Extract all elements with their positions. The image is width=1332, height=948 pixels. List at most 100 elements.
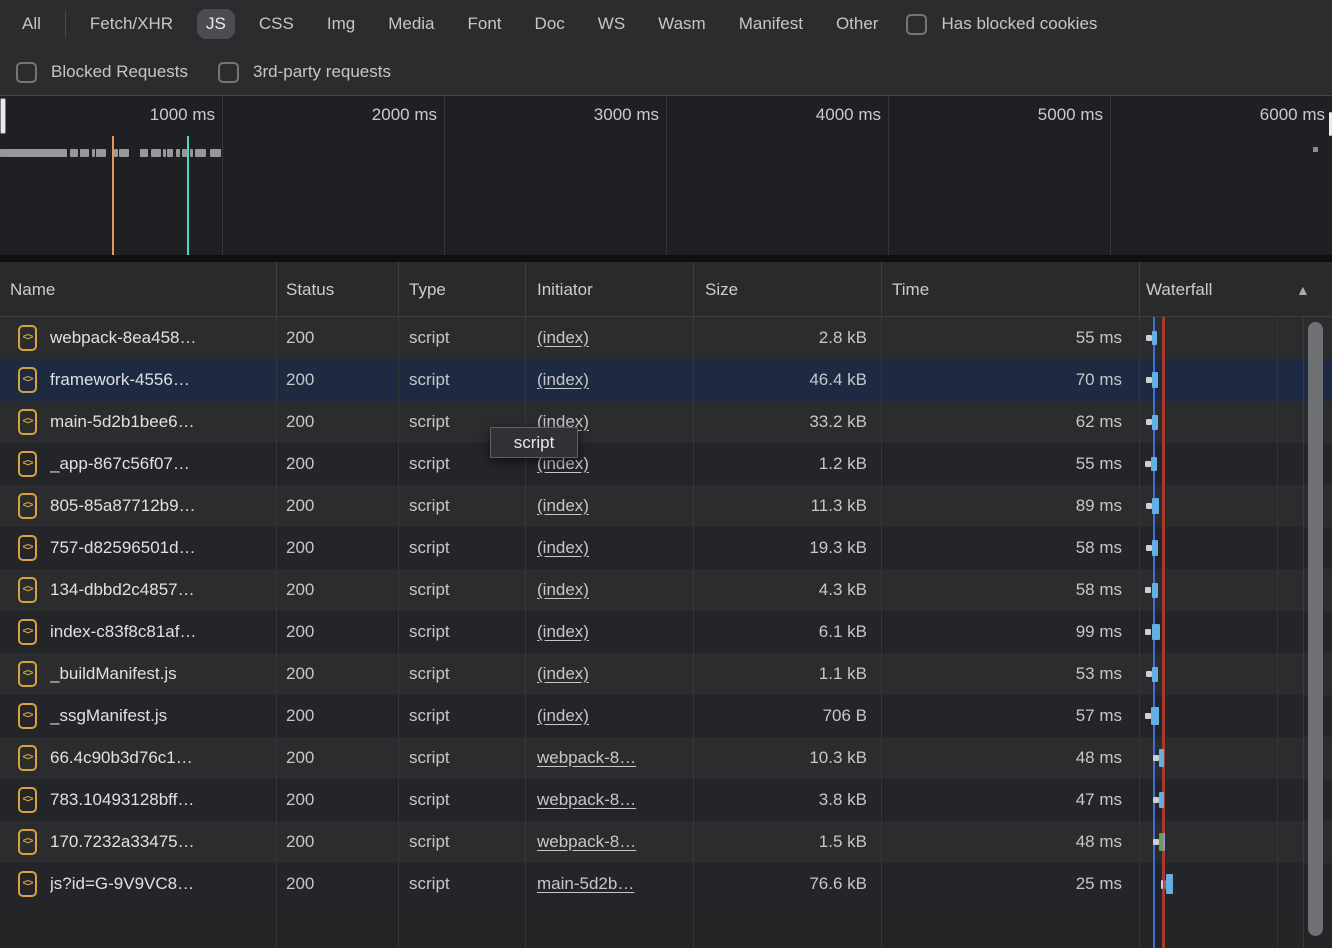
waterfall-cell	[0, 443, 1332, 485]
third-party-requests-checkbox[interactable]	[218, 62, 239, 83]
overview-gridline	[666, 96, 667, 255]
vertical-scrollbar-thumb[interactable]	[1308, 322, 1323, 936]
table-row[interactable]: <> index-c83f8c81af… 200 script (index) …	[0, 611, 1332, 653]
overview-gridline	[444, 96, 445, 255]
header-separator	[693, 262, 694, 317]
waterfall-cell	[0, 485, 1332, 527]
column-header-name[interactable]: Name	[10, 262, 55, 317]
blocked-requests-checkbox[interactable]	[16, 62, 37, 83]
waterfall-bar	[1159, 792, 1164, 808]
overview-time-label: 1000 ms	[150, 105, 215, 125]
request-table-body: <> webpack-8ea458… 200 script (index) 2.…	[0, 317, 1332, 948]
table-row[interactable]: <> 783.10493128bff… 200 script webpack-8…	[0, 779, 1332, 821]
waterfall-bar	[1152, 372, 1158, 388]
filter-css[interactable]: CSS	[250, 9, 303, 39]
overview-activity-dash	[80, 149, 89, 157]
table-row[interactable]: <> 66.4c90b3d76c1… 200 script webpack-8……	[0, 737, 1332, 779]
waterfall-bar	[1152, 331, 1157, 345]
filter-divider	[65, 11, 66, 37]
waterfall-bar	[1152, 583, 1158, 598]
filter-doc[interactable]: Doc	[526, 9, 574, 39]
filter-list: All Fetch/XHR JS CSS Img Media Font Doc WS Wasm Ma…	[13, 9, 887, 39]
header-separator	[276, 262, 277, 317]
table-row[interactable]: <> _app-867c56f07… 200 script (index) 1.…	[0, 443, 1332, 485]
column-header-size[interactable]: Size	[705, 262, 738, 317]
overview-activity-dash	[163, 149, 166, 157]
overview-divider	[0, 255, 1332, 262]
third-party-requests-checkbox-group[interactable]: 3rd-party requests	[218, 62, 391, 83]
overview-activity-dash	[176, 149, 180, 157]
overview-activity-dash-right	[1313, 147, 1318, 152]
waterfall-cell	[0, 317, 1332, 359]
third-party-requests-label[interactable]: 3rd-party requests	[253, 62, 391, 82]
waterfall-cell	[0, 779, 1332, 821]
waterfall-cell	[0, 653, 1332, 695]
filter-js[interactable]: JS	[197, 9, 235, 39]
table-row[interactable]: <> js?id=G-9V9VC8… 200 script main-5d2b……	[0, 863, 1332, 905]
filter-media[interactable]: Media	[379, 9, 443, 39]
table-row[interactable]: <> main-5d2b1bee6… 200 script (index) 33…	[0, 401, 1332, 443]
overview-activity-dash	[151, 149, 161, 157]
overview-marker-orange	[112, 136, 114, 255]
waterfall-bar	[1152, 498, 1159, 514]
table-header: Name Status Type Initiator Size Time Wat…	[0, 262, 1332, 317]
waterfall-bar	[1152, 415, 1158, 430]
blocked-requests-label[interactable]: Blocked Requests	[51, 62, 188, 82]
timeline-overview[interactable]: 1000 ms2000 ms3000 ms4000 ms5000 ms6000 …	[0, 96, 1332, 255]
has-blocked-cookies-label[interactable]: Has blocked cookies	[941, 14, 1097, 34]
overview-activity-dash	[114, 149, 118, 157]
column-header-initiator[interactable]: Initiator	[537, 262, 593, 317]
filter-font[interactable]: Font	[459, 9, 511, 39]
request-options-filter-row: Blocked Requests 3rd-party requests	[0, 48, 1332, 96]
filter-wasm[interactable]: Wasm	[649, 9, 715, 39]
waterfall-cell	[0, 695, 1332, 737]
overview-activity-dash	[96, 149, 106, 157]
column-header-status[interactable]: Status	[286, 262, 334, 317]
header-separator	[398, 262, 399, 317]
waterfall-bar	[1151, 457, 1157, 471]
overview-activity-dash	[210, 149, 221, 157]
filter-fetch-xhr[interactable]: Fetch/XHR	[81, 9, 182, 39]
overview-activity-dash	[140, 149, 148, 157]
table-row[interactable]: <> 757-d82596501d… 200 script (index) 19…	[0, 527, 1332, 569]
table-row[interactable]: <> 134-dbbd2c4857… 200 script (index) 4.…	[0, 569, 1332, 611]
overview-activity-dash	[167, 149, 173, 157]
column-header-waterfall[interactable]: Waterfall	[1146, 262, 1212, 317]
waterfall-cell	[0, 611, 1332, 653]
table-row[interactable]: <> _buildManifest.js 200 script (index) …	[0, 653, 1332, 695]
table-row[interactable]: <> _ssgManifest.js 200 script (index) 70…	[0, 695, 1332, 737]
header-separator	[525, 262, 526, 317]
table-row[interactable]: <> 805-85a87712b9… 200 script (index) 11…	[0, 485, 1332, 527]
table-row[interactable]: <> webpack-8ea458… 200 script (index) 2.…	[0, 317, 1332, 359]
blocked-requests-checkbox-group[interactable]: Blocked Requests	[16, 62, 188, 83]
column-header-type[interactable]: Type	[409, 262, 446, 317]
column-header-time[interactable]: Time	[892, 262, 929, 317]
overview-activity-dash	[119, 149, 129, 157]
overview-left-window-grip[interactable]	[0, 98, 6, 134]
filter-ws[interactable]: WS	[589, 9, 634, 39]
overview-marker-teal	[187, 136, 189, 255]
sort-ascending-icon: ▲	[1296, 262, 1310, 317]
filter-img[interactable]: Img	[318, 9, 364, 39]
filter-all[interactable]: All	[13, 9, 50, 39]
type-tooltip: script	[490, 427, 578, 458]
filter-other[interactable]: Other	[827, 9, 888, 39]
overview-activity-dash	[190, 149, 193, 157]
overview-time-label: 5000 ms	[1038, 105, 1103, 125]
waterfall-start-tick	[1161, 880, 1163, 889]
table-rows: <> webpack-8ea458… 200 script (index) 2.…	[0, 317, 1332, 905]
filter-manifest[interactable]: Manifest	[730, 9, 812, 39]
waterfall-cell	[0, 569, 1332, 611]
overview-activity-dash	[70, 149, 78, 157]
has-blocked-cookies-checkbox-group[interactable]: Has blocked cookies	[906, 14, 1097, 35]
waterfall-bar	[1152, 624, 1160, 640]
has-blocked-cookies-checkbox[interactable]	[906, 14, 927, 35]
waterfall-bar	[1152, 667, 1158, 682]
header-separator	[1139, 262, 1140, 317]
waterfall-cell	[0, 737, 1332, 779]
waterfall-start-tick	[1145, 587, 1151, 593]
table-row[interactable]: <> 170.7232a33475… 200 script webpack-8……	[0, 821, 1332, 863]
waterfall-cell	[0, 401, 1332, 443]
table-row[interactable]: <> framework-4556… 200 script (index) 46…	[0, 359, 1332, 401]
waterfall-bar-edge	[1163, 833, 1165, 851]
